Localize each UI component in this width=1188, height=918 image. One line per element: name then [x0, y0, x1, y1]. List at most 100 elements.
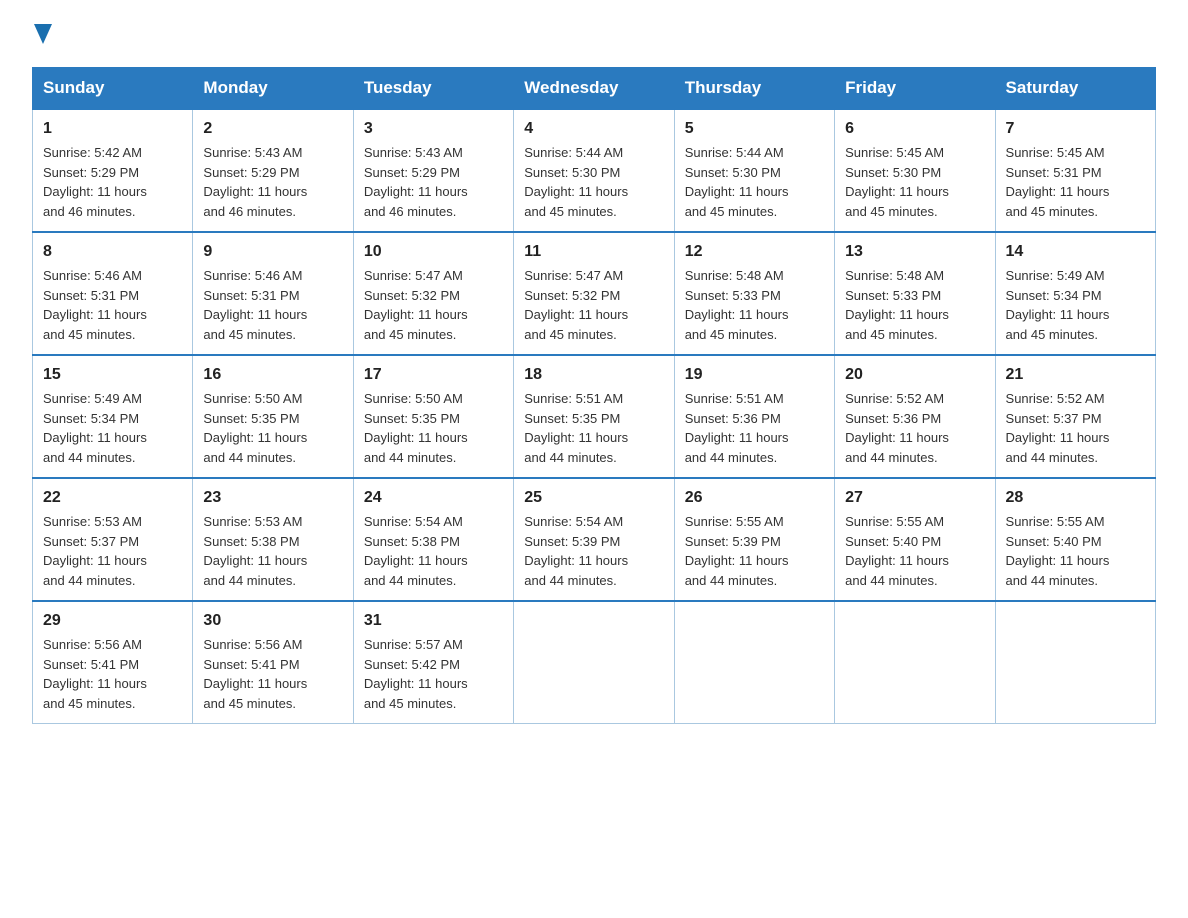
calendar-cell: 13 Sunrise: 5:48 AMSunset: 5:33 PMDaylig… — [835, 232, 995, 355]
day-info: Sunrise: 5:47 AMSunset: 5:32 PMDaylight:… — [524, 268, 628, 342]
col-header-monday: Monday — [193, 68, 353, 110]
calendar-cell — [514, 601, 674, 724]
day-number: 5 — [685, 117, 824, 141]
calendar-cell: 14 Sunrise: 5:49 AMSunset: 5:34 PMDaylig… — [995, 232, 1155, 355]
calendar-cell: 7 Sunrise: 5:45 AMSunset: 5:31 PMDayligh… — [995, 109, 1155, 232]
day-number: 24 — [364, 486, 503, 510]
logo-general-row — [32, 24, 52, 49]
day-number: 18 — [524, 363, 663, 387]
calendar-cell: 26 Sunrise: 5:55 AMSunset: 5:39 PMDaylig… — [674, 478, 834, 601]
calendar-cell: 21 Sunrise: 5:52 AMSunset: 5:37 PMDaylig… — [995, 355, 1155, 478]
calendar-week-row: 29 Sunrise: 5:56 AMSunset: 5:41 PMDaylig… — [33, 601, 1156, 724]
day-info: Sunrise: 5:52 AMSunset: 5:36 PMDaylight:… — [845, 391, 949, 465]
day-info: Sunrise: 5:54 AMSunset: 5:38 PMDaylight:… — [364, 514, 468, 588]
day-info: Sunrise: 5:42 AMSunset: 5:29 PMDaylight:… — [43, 145, 147, 219]
day-number: 16 — [203, 363, 342, 387]
calendar-cell: 31 Sunrise: 5:57 AMSunset: 5:42 PMDaylig… — [353, 601, 513, 724]
logo-triangle-icon — [34, 24, 52, 44]
calendar-cell: 12 Sunrise: 5:48 AMSunset: 5:33 PMDaylig… — [674, 232, 834, 355]
col-header-sunday: Sunday — [33, 68, 193, 110]
calendar-header-row: SundayMondayTuesdayWednesdayThursdayFrid… — [33, 68, 1156, 110]
day-number: 12 — [685, 240, 824, 264]
day-info: Sunrise: 5:45 AMSunset: 5:31 PMDaylight:… — [1006, 145, 1110, 219]
day-info: Sunrise: 5:51 AMSunset: 5:36 PMDaylight:… — [685, 391, 789, 465]
day-info: Sunrise: 5:53 AMSunset: 5:38 PMDaylight:… — [203, 514, 307, 588]
day-number: 1 — [43, 117, 182, 141]
calendar-cell: 1 Sunrise: 5:42 AMSunset: 5:29 PMDayligh… — [33, 109, 193, 232]
day-info: Sunrise: 5:56 AMSunset: 5:41 PMDaylight:… — [43, 637, 147, 711]
calendar-cell: 16 Sunrise: 5:50 AMSunset: 5:35 PMDaylig… — [193, 355, 353, 478]
day-info: Sunrise: 5:48 AMSunset: 5:33 PMDaylight:… — [845, 268, 949, 342]
day-number: 8 — [43, 240, 182, 264]
day-number: 3 — [364, 117, 503, 141]
calendar-cell: 11 Sunrise: 5:47 AMSunset: 5:32 PMDaylig… — [514, 232, 674, 355]
calendar-cell: 2 Sunrise: 5:43 AMSunset: 5:29 PMDayligh… — [193, 109, 353, 232]
calendar-cell — [835, 601, 995, 724]
day-info: Sunrise: 5:47 AMSunset: 5:32 PMDaylight:… — [364, 268, 468, 342]
day-number: 14 — [1006, 240, 1145, 264]
day-info: Sunrise: 5:55 AMSunset: 5:40 PMDaylight:… — [845, 514, 949, 588]
day-info: Sunrise: 5:56 AMSunset: 5:41 PMDaylight:… — [203, 637, 307, 711]
day-info: Sunrise: 5:54 AMSunset: 5:39 PMDaylight:… — [524, 514, 628, 588]
day-number: 7 — [1006, 117, 1145, 141]
day-number: 20 — [845, 363, 984, 387]
calendar-table: SundayMondayTuesdayWednesdayThursdayFrid… — [32, 67, 1156, 724]
day-info: Sunrise: 5:48 AMSunset: 5:33 PMDaylight:… — [685, 268, 789, 342]
day-info: Sunrise: 5:57 AMSunset: 5:42 PMDaylight:… — [364, 637, 468, 711]
day-info: Sunrise: 5:43 AMSunset: 5:29 PMDaylight:… — [364, 145, 468, 219]
logo — [32, 24, 52, 49]
calendar-cell: 5 Sunrise: 5:44 AMSunset: 5:30 PMDayligh… — [674, 109, 834, 232]
calendar-week-row: 8 Sunrise: 5:46 AMSunset: 5:31 PMDayligh… — [33, 232, 1156, 355]
col-header-friday: Friday — [835, 68, 995, 110]
day-number: 22 — [43, 486, 182, 510]
day-info: Sunrise: 5:45 AMSunset: 5:30 PMDaylight:… — [845, 145, 949, 219]
day-number: 31 — [364, 609, 503, 633]
day-info: Sunrise: 5:44 AMSunset: 5:30 PMDaylight:… — [524, 145, 628, 219]
day-info: Sunrise: 5:52 AMSunset: 5:37 PMDaylight:… — [1006, 391, 1110, 465]
day-info: Sunrise: 5:49 AMSunset: 5:34 PMDaylight:… — [1006, 268, 1110, 342]
calendar-cell: 9 Sunrise: 5:46 AMSunset: 5:31 PMDayligh… — [193, 232, 353, 355]
calendar-cell: 30 Sunrise: 5:56 AMSunset: 5:41 PMDaylig… — [193, 601, 353, 724]
calendar-cell: 6 Sunrise: 5:45 AMSunset: 5:30 PMDayligh… — [835, 109, 995, 232]
calendar-cell: 15 Sunrise: 5:49 AMSunset: 5:34 PMDaylig… — [33, 355, 193, 478]
day-number: 6 — [845, 117, 984, 141]
day-number: 19 — [685, 363, 824, 387]
calendar-cell: 20 Sunrise: 5:52 AMSunset: 5:36 PMDaylig… — [835, 355, 995, 478]
day-info: Sunrise: 5:50 AMSunset: 5:35 PMDaylight:… — [203, 391, 307, 465]
day-number: 10 — [364, 240, 503, 264]
day-info: Sunrise: 5:50 AMSunset: 5:35 PMDaylight:… — [364, 391, 468, 465]
calendar-cell: 18 Sunrise: 5:51 AMSunset: 5:35 PMDaylig… — [514, 355, 674, 478]
calendar-cell — [995, 601, 1155, 724]
calendar-cell: 23 Sunrise: 5:53 AMSunset: 5:38 PMDaylig… — [193, 478, 353, 601]
day-number: 17 — [364, 363, 503, 387]
day-number: 2 — [203, 117, 342, 141]
day-number: 9 — [203, 240, 342, 264]
day-info: Sunrise: 5:43 AMSunset: 5:29 PMDaylight:… — [203, 145, 307, 219]
calendar-cell: 17 Sunrise: 5:50 AMSunset: 5:35 PMDaylig… — [353, 355, 513, 478]
day-number: 23 — [203, 486, 342, 510]
calendar-cell: 27 Sunrise: 5:55 AMSunset: 5:40 PMDaylig… — [835, 478, 995, 601]
day-info: Sunrise: 5:55 AMSunset: 5:40 PMDaylight:… — [1006, 514, 1110, 588]
calendar-cell: 19 Sunrise: 5:51 AMSunset: 5:36 PMDaylig… — [674, 355, 834, 478]
col-header-tuesday: Tuesday — [353, 68, 513, 110]
col-header-saturday: Saturday — [995, 68, 1155, 110]
day-number: 30 — [203, 609, 342, 633]
day-number: 26 — [685, 486, 824, 510]
day-number: 27 — [845, 486, 984, 510]
calendar-week-row: 22 Sunrise: 5:53 AMSunset: 5:37 PMDaylig… — [33, 478, 1156, 601]
day-number: 29 — [43, 609, 182, 633]
calendar-cell: 24 Sunrise: 5:54 AMSunset: 5:38 PMDaylig… — [353, 478, 513, 601]
calendar-cell: 10 Sunrise: 5:47 AMSunset: 5:32 PMDaylig… — [353, 232, 513, 355]
day-number: 25 — [524, 486, 663, 510]
calendar-cell — [674, 601, 834, 724]
day-number: 11 — [524, 240, 663, 264]
col-header-wednesday: Wednesday — [514, 68, 674, 110]
col-header-thursday: Thursday — [674, 68, 834, 110]
calendar-cell: 22 Sunrise: 5:53 AMSunset: 5:37 PMDaylig… — [33, 478, 193, 601]
calendar-week-row: 15 Sunrise: 5:49 AMSunset: 5:34 PMDaylig… — [33, 355, 1156, 478]
day-number: 15 — [43, 363, 182, 387]
calendar-cell: 28 Sunrise: 5:55 AMSunset: 5:40 PMDaylig… — [995, 478, 1155, 601]
day-info: Sunrise: 5:46 AMSunset: 5:31 PMDaylight:… — [43, 268, 147, 342]
day-info: Sunrise: 5:51 AMSunset: 5:35 PMDaylight:… — [524, 391, 628, 465]
day-info: Sunrise: 5:44 AMSunset: 5:30 PMDaylight:… — [685, 145, 789, 219]
